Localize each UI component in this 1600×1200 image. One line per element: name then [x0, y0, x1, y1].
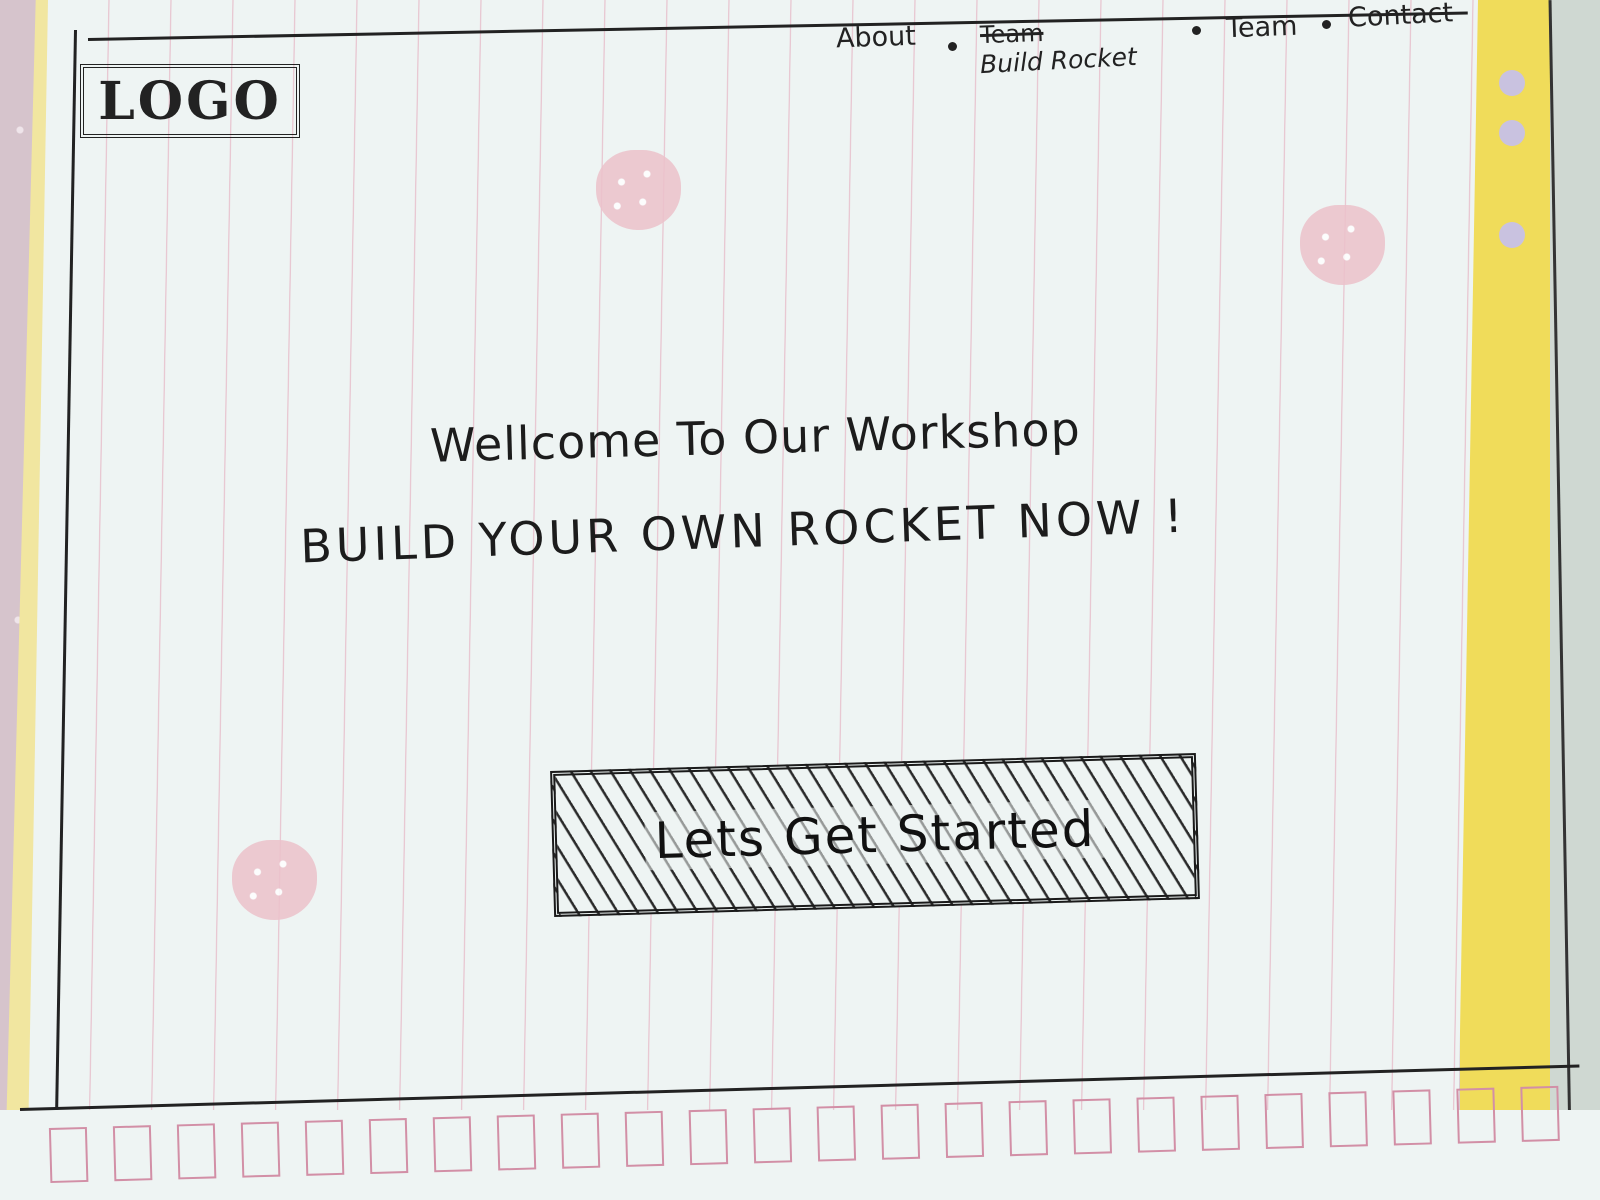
notebook-paper	[27, 0, 1478, 1200]
nav-separator-dot	[1322, 20, 1331, 29]
logo[interactable]: LOGO	[80, 64, 300, 138]
get-started-button[interactable]: Lets Get Started	[550, 753, 1200, 917]
strawberry-icon	[232, 840, 317, 920]
nav-link-contact[interactable]: Contact	[1347, 0, 1454, 34]
punch-hole	[1499, 70, 1525, 96]
nav-separator-dot	[948, 42, 957, 51]
strawberry-icon	[596, 150, 681, 230]
punch-hole	[1499, 120, 1525, 146]
nav-link-team[interactable]: Team	[1225, 11, 1297, 44]
punch-hole	[1499, 222, 1525, 248]
nav-link-team-crossed-out: Team	[979, 18, 1044, 50]
table-background-right	[1550, 0, 1600, 1200]
nav-separator-dot	[1192, 26, 1201, 35]
nav-link-about[interactable]: About	[835, 21, 916, 55]
strawberry-icon	[1300, 205, 1385, 285]
get-started-button-label: Lets Get Started	[643, 799, 1107, 871]
